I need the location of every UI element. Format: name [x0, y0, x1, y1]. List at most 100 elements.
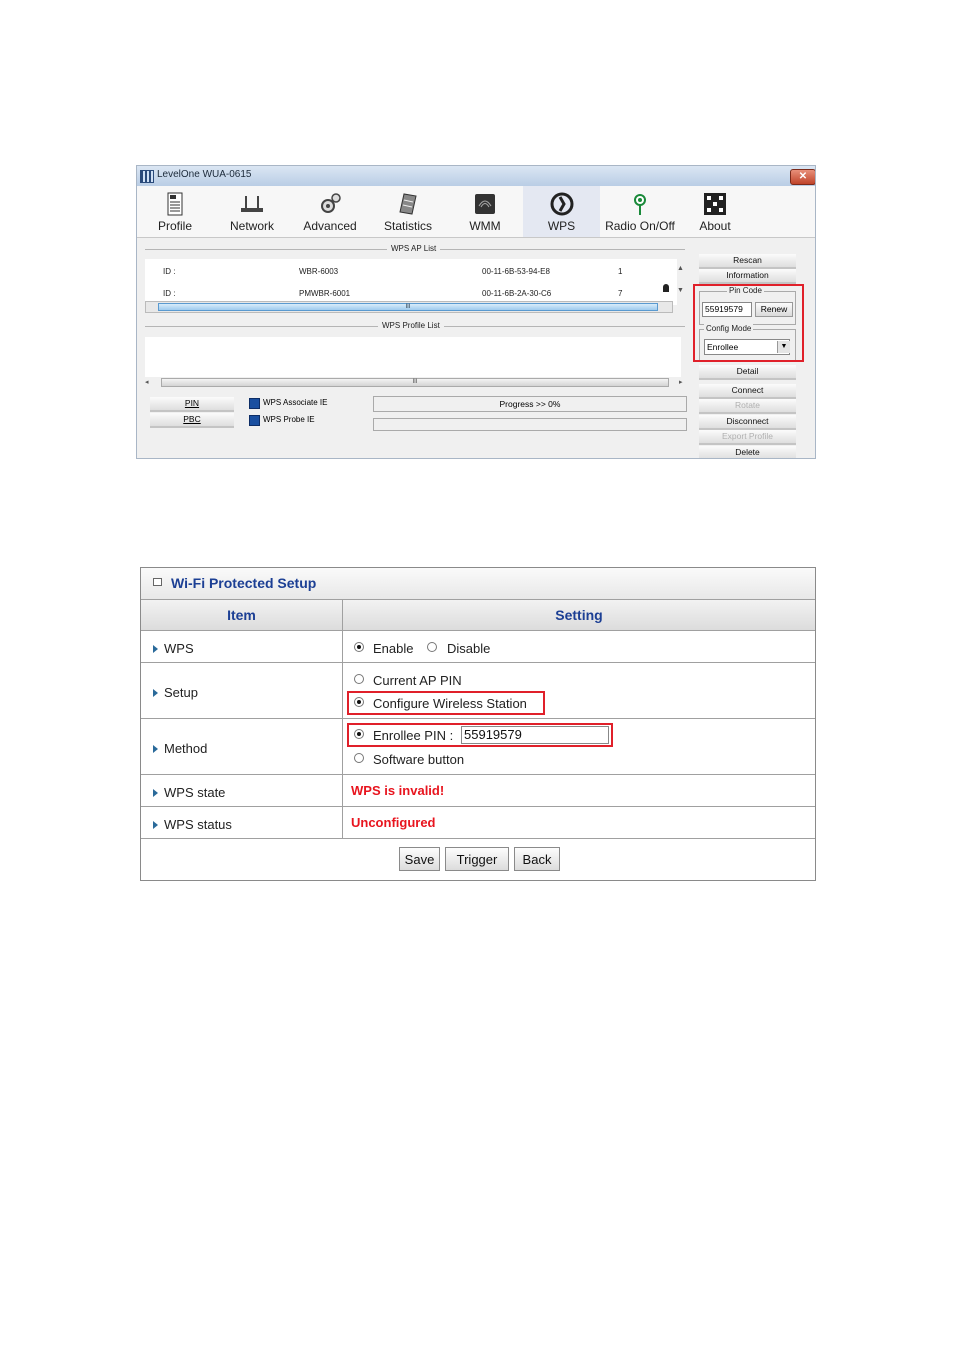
enrollee-pin-input[interactable]: 55919579 — [461, 726, 609, 744]
wps-label: WPS — [164, 641, 194, 656]
divider — [141, 838, 815, 839]
app-icon — [140, 170, 154, 183]
advanced-icon — [321, 193, 341, 213]
enrollee-pin-label[interactable]: Enrollee PIN : — [373, 728, 453, 743]
wps-status-value: Unconfigured — [351, 815, 436, 830]
wmm-icon — [475, 194, 495, 214]
status-field — [373, 418, 687, 431]
configure-station-radio[interactable] — [354, 697, 364, 707]
wireless-utility-window: LevelOne WUA-0615 ✕ Profile Network Adva… — [136, 165, 816, 459]
divider — [141, 630, 815, 631]
method-label: Method — [164, 741, 208, 756]
network-icon — [241, 196, 263, 212]
wps-state-value: WPS is invalid! — [351, 783, 445, 798]
arrow-right-icon — [153, 689, 158, 697]
configure-station-label[interactable]: Configure Wireless Station — [373, 696, 527, 711]
toolbar: Profile Network Advanced Statistics WMM … — [137, 186, 815, 238]
wps-state-label: WPS state — [164, 785, 226, 800]
delete-button[interactable]: Delete — [699, 446, 796, 458]
table-header: Item Setting — [141, 600, 815, 630]
tab-label: About — [699, 219, 731, 233]
divider — [141, 774, 815, 775]
ap-list-label: WPS AP List — [387, 244, 441, 253]
tab-label: WPS — [547, 219, 576, 233]
pin-button[interactable]: PIN — [150, 397, 234, 412]
scroll-thumb[interactable]: III — [158, 303, 658, 311]
ap-bssid: 00-11-6B-2A-30-C6 — [482, 289, 552, 298]
probe-ie-label: WPS Probe IE — [263, 415, 315, 424]
profile-icon — [167, 192, 183, 216]
table-row[interactable]: ID : PMWBR-6001 00-11-6B-2A-30-C6 7 — [145, 287, 677, 301]
enrollee-pin-radio[interactable] — [354, 729, 364, 739]
statistics-icon — [399, 193, 417, 215]
tab-radio-on-off[interactable]: Radio On/Off — [600, 186, 680, 237]
ap-list-hscroll[interactable]: III — [145, 301, 673, 313]
tab-label: WMM — [469, 219, 501, 233]
wps-setup-form: Wi-Fi Protected Setup Item Setting WPS E… — [140, 567, 816, 881]
lock-icon — [663, 284, 669, 292]
ap-channel: 1 — [618, 267, 623, 276]
window-icon — [153, 578, 162, 586]
software-button-radio[interactable] — [354, 753, 364, 763]
scroll-down-icon[interactable]: ▼ — [677, 287, 684, 294]
rotate-button[interactable]: Rotate — [699, 399, 796, 414]
form-title: Wi-Fi Protected Setup — [171, 575, 317, 591]
form-title-bar: Wi-Fi Protected Setup — [141, 568, 815, 599]
wps-status-label: WPS status — [164, 817, 232, 832]
wps-disable-label[interactable]: Disable — [447, 641, 490, 656]
associate-ie-label: WPS Associate IE — [263, 398, 328, 407]
highlight-box — [693, 284, 804, 362]
about-icon — [704, 193, 726, 215]
tab-wps[interactable]: WPS — [523, 186, 600, 237]
current-ap-pin-label[interactable]: Current AP PIN — [373, 673, 462, 688]
save-button[interactable]: Save — [399, 847, 440, 871]
scroll-right-icon[interactable]: ▸ — [679, 378, 683, 386]
tab-label: Profile — [157, 219, 192, 233]
ap-channel: 7 — [618, 289, 623, 298]
tab-about[interactable]: About — [680, 186, 750, 237]
wps-disable-radio[interactable] — [427, 642, 437, 652]
tab-statistics[interactable]: Statistics — [369, 186, 447, 237]
ap-bssid: 00-11-6B-53-94-E8 — [482, 267, 550, 276]
column-item: Item — [227, 607, 256, 623]
current-ap-pin-radio[interactable] — [354, 674, 364, 684]
scroll-up-icon[interactable]: ▲ — [677, 265, 684, 272]
scroll-thumb[interactable]: III — [161, 378, 669, 387]
column-setting: Setting — [555, 607, 603, 623]
tab-label: Advanced — [303, 219, 357, 233]
scroll-left-icon[interactable]: ◂ — [145, 378, 149, 386]
tab-network[interactable]: Network — [213, 186, 291, 237]
progress-bar: Progress >> 0% — [373, 396, 687, 412]
table-row[interactable]: ID : WBR-6003 00-11-6B-53-94-E8 1 — [145, 265, 677, 279]
trigger-button[interactable]: Trigger — [445, 847, 509, 871]
tab-profile[interactable]: Profile — [137, 186, 213, 237]
pbc-button[interactable]: PBC — [150, 413, 234, 428]
connect-button[interactable]: Connect — [699, 384, 796, 399]
arrow-right-icon — [153, 745, 158, 753]
wps-enable-label[interactable]: Enable — [373, 641, 413, 656]
wps-enable-radio[interactable] — [354, 642, 364, 652]
disconnect-button[interactable]: Disconnect — [699, 415, 796, 430]
divider — [141, 806, 815, 807]
tab-label: Statistics — [383, 219, 432, 233]
tab-advanced[interactable]: Advanced — [291, 186, 369, 237]
detail-button[interactable]: Detail — [699, 365, 796, 380]
profile-list[interactable] — [145, 337, 681, 377]
back-button[interactable]: Back — [514, 847, 560, 871]
rescan-button[interactable]: Rescan — [699, 254, 796, 269]
divider — [141, 718, 815, 719]
software-button-label[interactable]: Software button — [373, 752, 464, 767]
export-profile-button[interactable]: Export Profile — [699, 430, 796, 445]
tab-wmm[interactable]: WMM — [447, 186, 523, 237]
tab-label: Network — [229, 219, 274, 233]
ap-ssid: PMWBR-6001 — [299, 289, 351, 298]
setup-label: Setup — [164, 685, 198, 700]
window-title: LevelOne WUA-0615 — [157, 169, 252, 180]
close-button[interactable]: ✕ — [790, 169, 815, 185]
profile-list-hscroll[interactable]: ◂ III ▸ — [145, 378, 685, 388]
divider — [141, 662, 815, 663]
information-button[interactable]: Information — [699, 269, 796, 284]
probe-ie-checkbox[interactable] — [249, 415, 260, 426]
associate-ie-checkbox[interactable] — [249, 398, 260, 409]
title-bar: LevelOne WUA-0615 ✕ — [137, 166, 815, 186]
